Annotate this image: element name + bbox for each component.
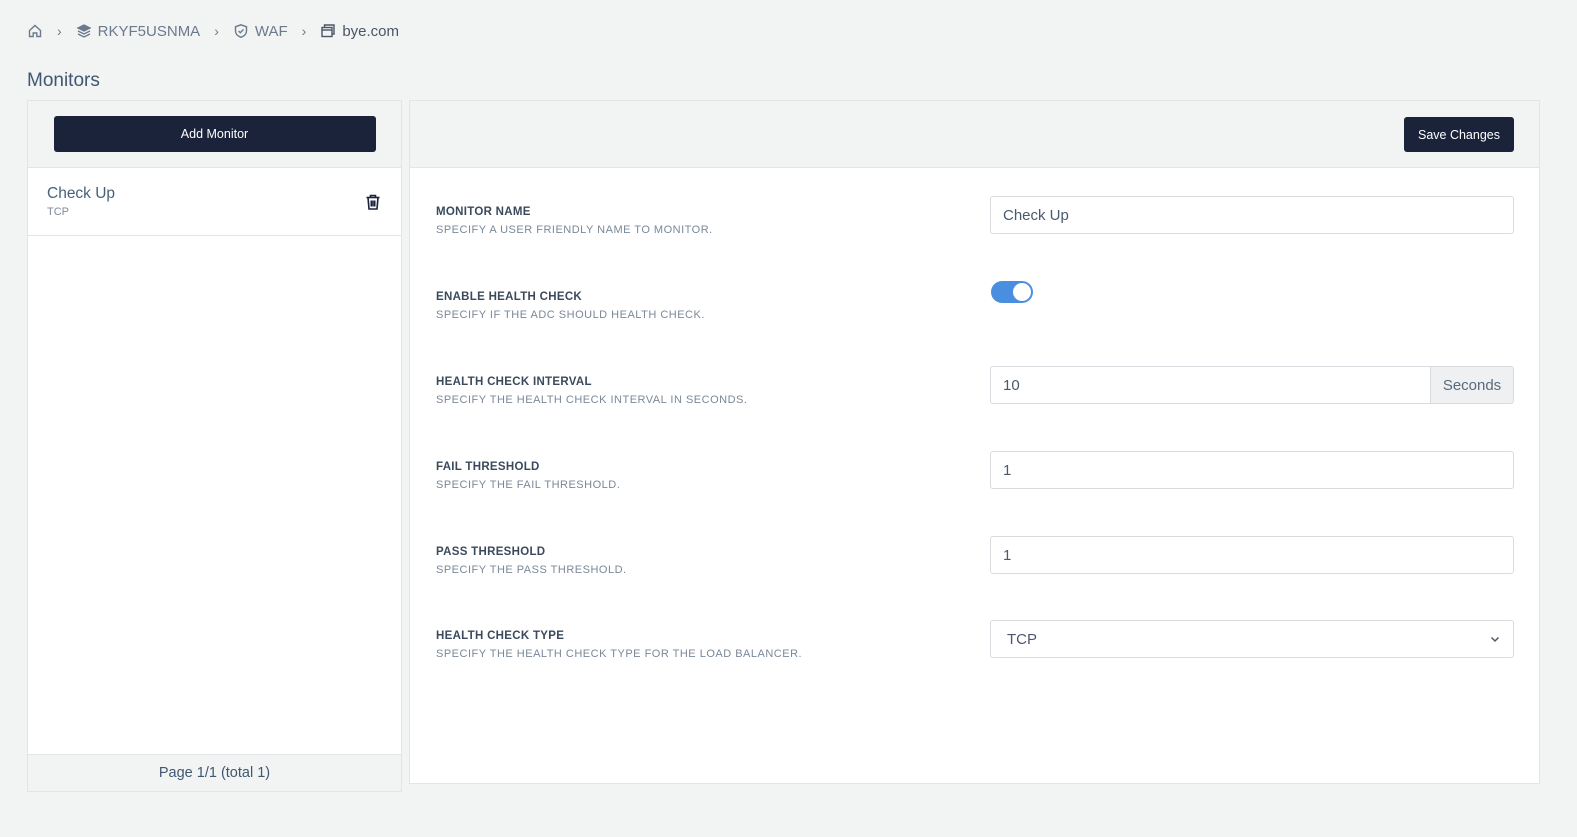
page-title: Monitors xyxy=(27,70,100,91)
fail-threshold-description: SPECIFY THE FAIL THRESHOLD. xyxy=(436,479,621,491)
pass-threshold-input[interactable]: 1 xyxy=(990,536,1514,574)
monitor-name-control: Check Up xyxy=(990,196,1514,234)
shield-icon xyxy=(234,24,248,39)
monitor-name-label: MONITOR NAME xyxy=(436,206,531,218)
pass-threshold-control: 1 xyxy=(990,536,1514,574)
check-type-description: SPECIFY THE HEALTH CHECK TYPE FOR THE LO… xyxy=(436,648,803,660)
check-type-label: HEALTH CHECK TYPE xyxy=(436,630,565,642)
monitor-name-description: SPECIFY A USER FRIENDLY NAME TO MONITOR. xyxy=(436,224,713,236)
interval-unit-addon: Seconds xyxy=(1431,366,1514,404)
check-type-selected-value: TCP xyxy=(1007,630,1037,648)
pass-threshold-description: SPECIFY THE PASS THRESHOLD. xyxy=(436,564,627,576)
fail-threshold-label: FAIL THRESHOLD xyxy=(436,461,540,473)
breadcrumb-label-domain: bye.com xyxy=(342,22,400,40)
breadcrumb-label-project: RKYF5USNMA xyxy=(97,22,201,40)
pass-threshold-label: PASS THRESHOLD xyxy=(436,546,546,558)
pass-threshold-label-group: PASS THRESHOLD SPECIFY THE PASS THRESHOL… xyxy=(436,546,627,576)
check-type-select[interactable]: TCP xyxy=(990,620,1514,658)
interval-input-group: 10 Seconds xyxy=(990,366,1514,404)
check-type-label-group: HEALTH CHECK TYPE SPECIFY THE HEALTH CHE… xyxy=(436,630,802,660)
breadcrumb-label-waf: WAF xyxy=(254,22,288,40)
health-check-label-group: ENABLE HEALTH CHECK SPECIFY IF THE ADC S… xyxy=(436,291,705,321)
interval-control: 10 Seconds xyxy=(990,366,1514,404)
enable-health-check-description: SPECIFY IF THE ADC SHOULD HEALTH CHECK. xyxy=(436,309,705,321)
breadcrumb-separator: › xyxy=(57,23,62,39)
interval-input[interactable]: 10 xyxy=(990,366,1431,404)
breadcrumb-separator: › xyxy=(214,23,219,39)
add-monitor-button[interactable]: Add Monitor xyxy=(53,116,376,152)
breadcrumb-home[interactable] xyxy=(27,23,43,39)
breadcrumb-separator: › xyxy=(301,23,307,39)
interval-label: HEALTH CHECK INTERVAL xyxy=(436,376,592,388)
monitor-list-panel: Add Monitor Check Up TCP Page 1/1 (total… xyxy=(27,100,402,792)
fail-threshold-control: 1 xyxy=(990,451,1514,489)
breadcrumb-item-domain[interactable]: bye.com xyxy=(320,23,399,40)
monitor-name-label-group: MONITOR NAME SPECIFY A USER FRIENDLY NAM… xyxy=(436,206,713,236)
save-changes-button[interactable]: Save Changes xyxy=(1404,117,1514,152)
monitor-item-type: TCP xyxy=(47,206,69,218)
toggle-knob xyxy=(1013,283,1031,301)
enable-health-check-label: ENABLE HEALTH CHECK xyxy=(436,291,583,303)
monitor-name-input[interactable]: Check Up xyxy=(990,196,1514,234)
breadcrumb-item-waf[interactable]: WAF xyxy=(233,23,288,40)
breadcrumb: › RKYF5USNMA › WAF › bye.com xyxy=(27,20,399,42)
fail-threshold-input[interactable]: 1 xyxy=(990,451,1514,489)
monitor-item-name: Check Up xyxy=(47,185,116,202)
monitor-list-item[interactable]: Check Up TCP xyxy=(28,168,401,236)
interval-description: SPECIFY THE HEALTH CHECK INTERVAL IN SEC… xyxy=(436,394,748,406)
chevron-down-icon xyxy=(1490,636,1500,643)
pagination-info: Page 1/1 (total 1) xyxy=(28,754,401,791)
breadcrumb-item-project[interactable]: RKYF5USNMA xyxy=(76,22,201,40)
monitor-detail-header: Save Changes xyxy=(410,101,1539,168)
fail-threshold-label-group: FAIL THRESHOLD SPECIFY THE FAIL THRESHOL… xyxy=(436,461,620,491)
layers-icon xyxy=(76,24,92,38)
window-icon xyxy=(321,24,336,38)
home-icon xyxy=(28,24,42,38)
monitor-detail-panel: Save Changes MONITOR NAME SPECIFY A USER… xyxy=(409,100,1540,784)
check-type-control: TCP xyxy=(990,620,1514,658)
enable-health-check-toggle[interactable] xyxy=(991,281,1033,303)
interval-label-group: HEALTH CHECK INTERVAL SPECIFY THE HEALTH… xyxy=(436,376,747,406)
trash-icon[interactable] xyxy=(364,193,382,211)
monitor-list-header: Add Monitor xyxy=(28,101,401,168)
